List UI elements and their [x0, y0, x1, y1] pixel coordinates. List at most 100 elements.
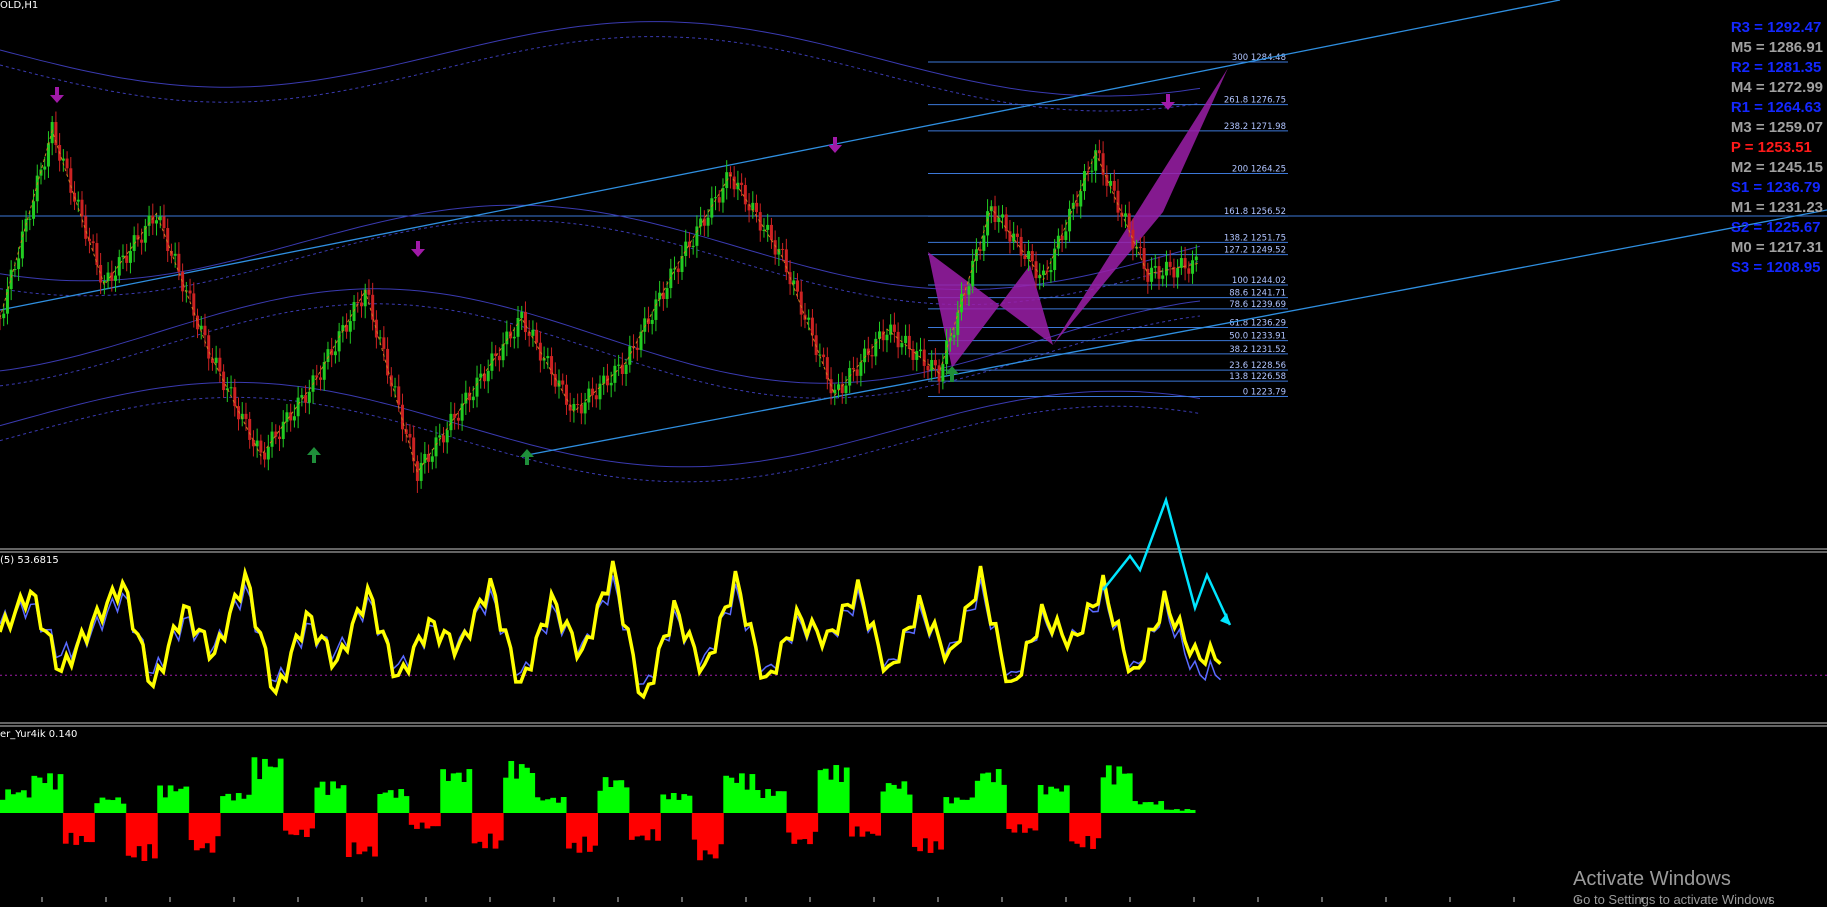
- candle-body: [326, 349, 330, 363]
- candle-body: [192, 293, 196, 316]
- candle-body: [1000, 214, 1004, 218]
- candle-body: [471, 396, 475, 401]
- osc-bar: [450, 773, 457, 813]
- osc-bar: [644, 813, 651, 841]
- osc-bar: [529, 773, 536, 813]
- osc-bar: [1074, 813, 1081, 844]
- osc-bar: [623, 787, 630, 813]
- osc-bar: [429, 813, 436, 827]
- candle-body: [274, 431, 278, 437]
- osc-bar: [356, 813, 363, 855]
- pivot-level-8: S1 = 1236.79: [1730, 179, 1821, 196]
- osc-bar: [974, 780, 981, 813]
- osc-bar: [1137, 804, 1144, 813]
- trading-chart-canvas[interactable]: 300 1284.48 261.8 1276.75 238.2 1271.98 200…: [0, 0, 1827, 902]
- candle-body: [918, 349, 922, 352]
- osc-bar: [555, 802, 562, 813]
- osc-bar: [676, 799, 682, 813]
- candle-body: [1153, 266, 1157, 268]
- osc-bar: [697, 813, 703, 861]
- candle-body: [1097, 150, 1101, 154]
- osc-bar: [314, 787, 321, 813]
- candle-body: [173, 253, 177, 256]
- osc-bar: [634, 813, 640, 837]
- osc-bar: [47, 773, 53, 813]
- osc-bar: [880, 791, 887, 813]
- candle-body: [546, 356, 550, 359]
- osc-bar: [0, 799, 6, 813]
- osc-bar: [283, 813, 289, 831]
- osc-bar: [885, 783, 892, 813]
- osc-bar: [345, 813, 352, 857]
- osc-bar: [193, 813, 200, 851]
- osc-bar: [78, 813, 85, 836]
- candle-body: [449, 413, 453, 431]
- fib-label-10: 61.8 1236.29: [1229, 319, 1286, 329]
- candle-body: [121, 255, 125, 258]
- osc-bar: [786, 813, 792, 833]
- osc-bar: [503, 777, 509, 813]
- candle-body: [818, 354, 822, 356]
- candle-body: [1164, 261, 1168, 276]
- candle-body: [773, 240, 777, 255]
- candle-body: [710, 198, 714, 218]
- candle-body: [1157, 266, 1161, 279]
- candle-body: [602, 375, 606, 384]
- osc-bar: [1053, 788, 1060, 813]
- osc-bar: [932, 813, 939, 842]
- osc-bar: [759, 798, 766, 813]
- osc-bar: [387, 790, 394, 813]
- osc-bar: [723, 775, 730, 813]
- candle-body: [907, 335, 911, 350]
- osc-bar: [765, 789, 771, 813]
- osc-bar: [618, 780, 625, 813]
- osc-bar: [524, 767, 530, 813]
- osc-bar: [607, 787, 614, 813]
- osc-bar: [408, 813, 415, 825]
- osc-bar: [587, 813, 593, 852]
- candle-body: [356, 302, 360, 304]
- osc-bar: [712, 813, 719, 859]
- candle-body: [1079, 191, 1083, 207]
- osc-bar: [199, 813, 205, 849]
- candle-body: [259, 440, 263, 453]
- candle-body: [855, 369, 859, 376]
- osc-bar: [660, 794, 667, 813]
- osc-bar: [26, 797, 32, 813]
- osc-bar: [151, 813, 158, 859]
- osc-bar: [178, 788, 184, 813]
- osc-bar: [57, 774, 64, 813]
- osc-bar: [518, 764, 525, 813]
- candle-body: [28, 218, 32, 220]
- osc-bar: [901, 781, 908, 813]
- osc-bar: [948, 803, 955, 813]
- candle-body: [374, 319, 378, 338]
- osc-bar: [864, 813, 871, 832]
- osc-bar: [487, 813, 494, 834]
- pivot-level-3: M4 = 1272.99: [1730, 79, 1823, 96]
- candle-body: [9, 269, 13, 290]
- osc-bar: [335, 788, 342, 813]
- candle-body: [434, 437, 438, 457]
- candle-body: [915, 351, 919, 360]
- candle-body: [851, 368, 855, 370]
- osc-bar: [513, 778, 520, 813]
- osc-bar: [775, 791, 782, 813]
- candle-body: [564, 384, 568, 405]
- candle-body: [1060, 235, 1064, 241]
- osc-bar: [571, 813, 578, 843]
- candle-body: [456, 417, 460, 421]
- osc-bar: [718, 813, 724, 845]
- osc-bar: [52, 789, 59, 813]
- osc-bar: [780, 791, 787, 813]
- candle-body: [930, 359, 934, 371]
- candle-body: [453, 413, 457, 418]
- candle-body: [1068, 208, 1072, 232]
- osc-bar: [1153, 804, 1159, 813]
- osc-bar: [372, 813, 378, 857]
- osc-bar: [141, 813, 148, 861]
- osc-bar: [1032, 813, 1039, 831]
- osc-bar: [1079, 813, 1086, 848]
- osc-bar: [560, 797, 567, 813]
- osc-bar: [613, 780, 619, 813]
